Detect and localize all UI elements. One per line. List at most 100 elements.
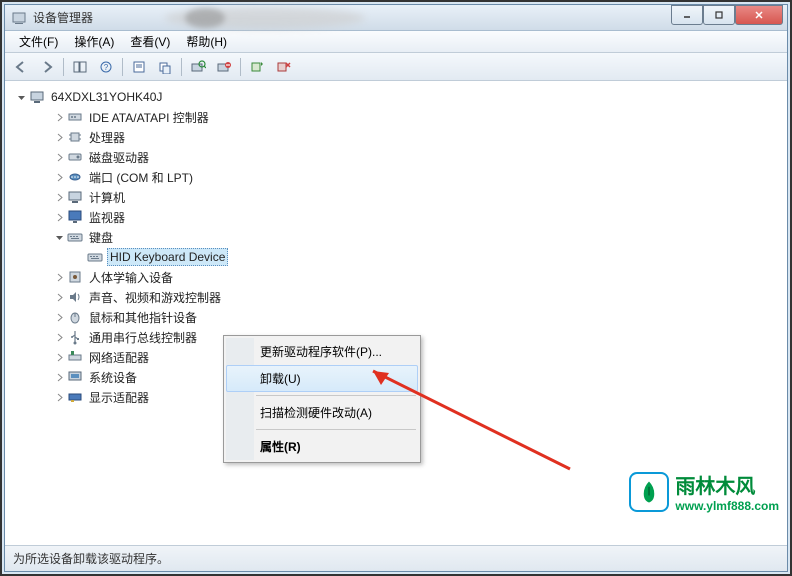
ctx-properties-label: 属性(R)	[260, 440, 301, 454]
system-icon	[67, 369, 83, 385]
context-separator	[256, 429, 416, 430]
usb-icon	[67, 329, 83, 345]
expand-icon[interactable]	[53, 211, 65, 223]
statusbar: 为所选设备卸载该驱动程序。	[5, 545, 787, 571]
tree-item-label: 处理器	[87, 128, 127, 147]
tree-item-label: 网络适配器	[87, 348, 151, 367]
menu-help[interactable]: 帮助(H)	[178, 31, 235, 52]
svg-text:?: ?	[104, 63, 109, 72]
tree-item-label: IDE ATA/ATAPI 控制器	[87, 108, 211, 127]
watermark: 雨林木风 www.ylmf888.com	[629, 470, 779, 513]
display-adapter-icon	[67, 389, 83, 405]
tree-root[interactable]: 64XDXL31YOHK40J	[9, 87, 783, 107]
enable-button[interactable]	[245, 56, 269, 78]
show-hide-tree-button[interactable]	[68, 56, 92, 78]
tree-item[interactable]: 人体学输入设备	[27, 267, 783, 287]
expand-icon[interactable]	[53, 331, 65, 343]
collapse-icon[interactable]	[53, 231, 65, 243]
keyboard-icon	[67, 229, 83, 245]
expand-icon[interactable]	[53, 151, 65, 163]
expand-icon[interactable]	[53, 131, 65, 143]
expand-icon[interactable]	[53, 271, 65, 283]
network-icon	[67, 349, 83, 365]
tree-item-label: 系统设备	[87, 368, 139, 387]
properties-button[interactable]	[127, 56, 151, 78]
statusbar-text: 为所选设备卸载该驱动程序。	[13, 550, 169, 567]
titlebar: 设备管理器	[5, 5, 787, 31]
sound-icon	[67, 289, 83, 305]
window-controls	[671, 5, 783, 25]
expand-icon[interactable]	[53, 351, 65, 363]
update-driver-button[interactable]	[153, 56, 177, 78]
menu-view[interactable]: 查看(V)	[122, 31, 178, 52]
watermark-logo-icon	[629, 472, 669, 512]
window-title: 设备管理器	[33, 9, 781, 26]
tree-item[interactable]: 计算机	[27, 187, 783, 207]
close-button[interactable]	[735, 5, 783, 25]
toolbar-separator	[63, 58, 64, 76]
tree-item[interactable]: 声音、视频和游戏控制器	[27, 287, 783, 307]
port-icon	[67, 169, 83, 185]
maximize-button[interactable]	[703, 5, 735, 25]
toolbar-separator	[122, 58, 123, 76]
cpu-icon	[67, 129, 83, 145]
tree-item-label: 端口 (COM 和 LPT)	[87, 168, 195, 187]
disable-button[interactable]	[271, 56, 295, 78]
context-menu: 更新驱动程序软件(P)... 卸载(U) 扫描检测硬件改动(A) 属性(R)	[223, 335, 421, 463]
context-separator	[256, 395, 416, 396]
expand-icon[interactable]	[53, 311, 65, 323]
ctx-properties[interactable]: 属性(R)	[226, 433, 418, 460]
back-button[interactable]	[9, 56, 33, 78]
blurred-bg	[185, 8, 225, 28]
toolbar-separator	[181, 58, 182, 76]
expand-icon[interactable]	[53, 291, 65, 303]
tree-item-label-selected: HID Keyboard Device	[107, 248, 228, 266]
tree-root-label: 64XDXL31YOHK40J	[49, 89, 164, 105]
tree-item-label: 鼠标和其他指针设备	[87, 308, 199, 327]
tree-item-label: 监视器	[87, 208, 127, 227]
tree-item: 磁盘驱动器	[27, 147, 783, 167]
expand-icon[interactable]	[53, 191, 65, 203]
tree-item-keyboard[interactable]: 键盘	[27, 227, 783, 247]
disk-icon	[67, 149, 83, 165]
menubar: 文件(F) 操作(A) 查看(V) 帮助(H)	[5, 31, 787, 53]
expand-icon[interactable]	[53, 371, 65, 383]
minimize-button[interactable]	[671, 5, 703, 25]
toolbar: ?	[5, 53, 787, 81]
tree-item[interactable]: 监视器	[27, 207, 783, 227]
tree-item-label: 计算机	[87, 188, 127, 207]
uninstall-button[interactable]	[212, 56, 236, 78]
watermark-url: www.ylmf888.com	[675, 499, 779, 513]
menu-file[interactable]: 文件(F)	[11, 31, 66, 52]
collapse-icon[interactable]	[15, 91, 27, 103]
watermark-text: 雨林木风	[675, 470, 779, 499]
tree-item[interactable]: 处理器	[27, 127, 783, 147]
monitor-icon	[67, 209, 83, 225]
ctx-scan-hardware[interactable]: 扫描检测硬件改动(A)	[226, 399, 418, 426]
scan-hardware-button[interactable]	[186, 56, 210, 78]
content-area: 64XDXL31YOHK40J IDE ATA/ATAPI 控制器 处理器 磁盘…	[5, 81, 787, 545]
device-manager-window: 设备管理器 文件(F) 操作(A) 查看(V) 帮助(H) ?	[4, 4, 788, 572]
mouse-icon	[67, 309, 83, 325]
computer-icon	[67, 189, 83, 205]
app-icon	[11, 10, 27, 26]
expand-icon[interactable]	[53, 111, 65, 123]
tree-item-label: 键盘	[87, 228, 115, 247]
expand-icon[interactable]	[53, 391, 65, 403]
tree-item-label: 通用串行总线控制器	[87, 328, 199, 347]
tree-item[interactable]: 端口 (COM 和 LPT)	[27, 167, 783, 187]
menu-action[interactable]: 操作(A)	[66, 31, 122, 52]
tree-item[interactable]: 鼠标和其他指针设备	[27, 307, 783, 327]
toolbar-separator	[240, 58, 241, 76]
ide-controller-icon	[67, 109, 83, 125]
forward-button[interactable]	[35, 56, 59, 78]
computer-icon	[29, 89, 45, 105]
tree-item-label: 磁盘驱动器	[87, 148, 151, 167]
keyboard-icon	[87, 249, 103, 265]
ctx-update-driver[interactable]: 更新驱动程序软件(P)...	[226, 338, 418, 365]
expand-icon[interactable]	[53, 171, 65, 183]
help-button[interactable]: ?	[94, 56, 118, 78]
tree-item-hid-keyboard[interactable]: HID Keyboard Device	[27, 247, 783, 267]
ctx-uninstall[interactable]: 卸载(U)	[226, 365, 418, 392]
tree-item[interactable]: IDE ATA/ATAPI 控制器	[27, 107, 783, 127]
